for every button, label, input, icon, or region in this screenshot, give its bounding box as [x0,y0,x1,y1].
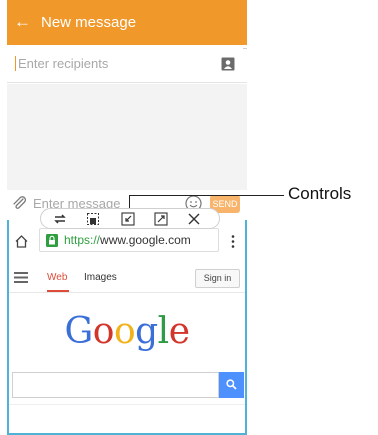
window-controls [40,208,220,229]
divider [9,404,245,405]
url-text: https://www.google.com [64,233,191,247]
logo-letter: g [135,311,158,352]
attach-icon[interactable] [11,195,27,211]
logo-letter: o [113,311,136,352]
floating-browser-window: https://www.google.com Web Images Sign i… [7,220,247,435]
minimize-icon[interactable] [121,212,135,226]
address-bar[interactable]: https://www.google.com [39,228,219,252]
recipients-input[interactable] [15,56,215,71]
message-thread-area [7,84,247,190]
search-icon [226,379,237,390]
search-bar [12,372,244,398]
logo-letter: G [64,311,93,352]
sign-in-button[interactable]: Sign in [195,269,240,288]
google-nav-bar: Web Images Sign in [9,264,245,293]
google-logo: Google [9,312,245,352]
back-arrow-icon[interactable]: ← [14,13,31,30]
contacts-icon[interactable] [221,57,235,71]
browser-toolbar: https://www.google.com [9,228,245,258]
logo-letter: e [168,311,190,352]
maximize-icon[interactable] [154,212,168,226]
tab-web[interactable]: Web [47,272,67,283]
active-tab-indicator [47,290,69,292]
page-title: New message [41,14,137,31]
search-button[interactable] [219,372,244,398]
callout-label: Controls [288,184,352,203]
hamburger-menu-icon[interactable] [14,272,28,283]
tab-images[interactable]: Images [84,272,117,283]
logo-letter: l [157,311,170,352]
recipients-row [7,45,247,83]
url-scheme: https:// [64,233,101,247]
home-icon[interactable] [14,234,29,249]
switch-icon[interactable] [53,212,67,226]
overflow-menu-icon[interactable] [231,235,235,248]
phone-screen: ← New message SEND [7,0,247,435]
logo-letter: o [92,311,115,352]
lock-icon [46,234,58,247]
capture-icon[interactable] [86,212,100,226]
callout-line [129,195,284,196]
close-icon[interactable] [187,212,201,226]
app-bar: ← New message [7,0,247,45]
search-input[interactable] [12,372,219,398]
url-host: www.google.com [100,233,191,247]
